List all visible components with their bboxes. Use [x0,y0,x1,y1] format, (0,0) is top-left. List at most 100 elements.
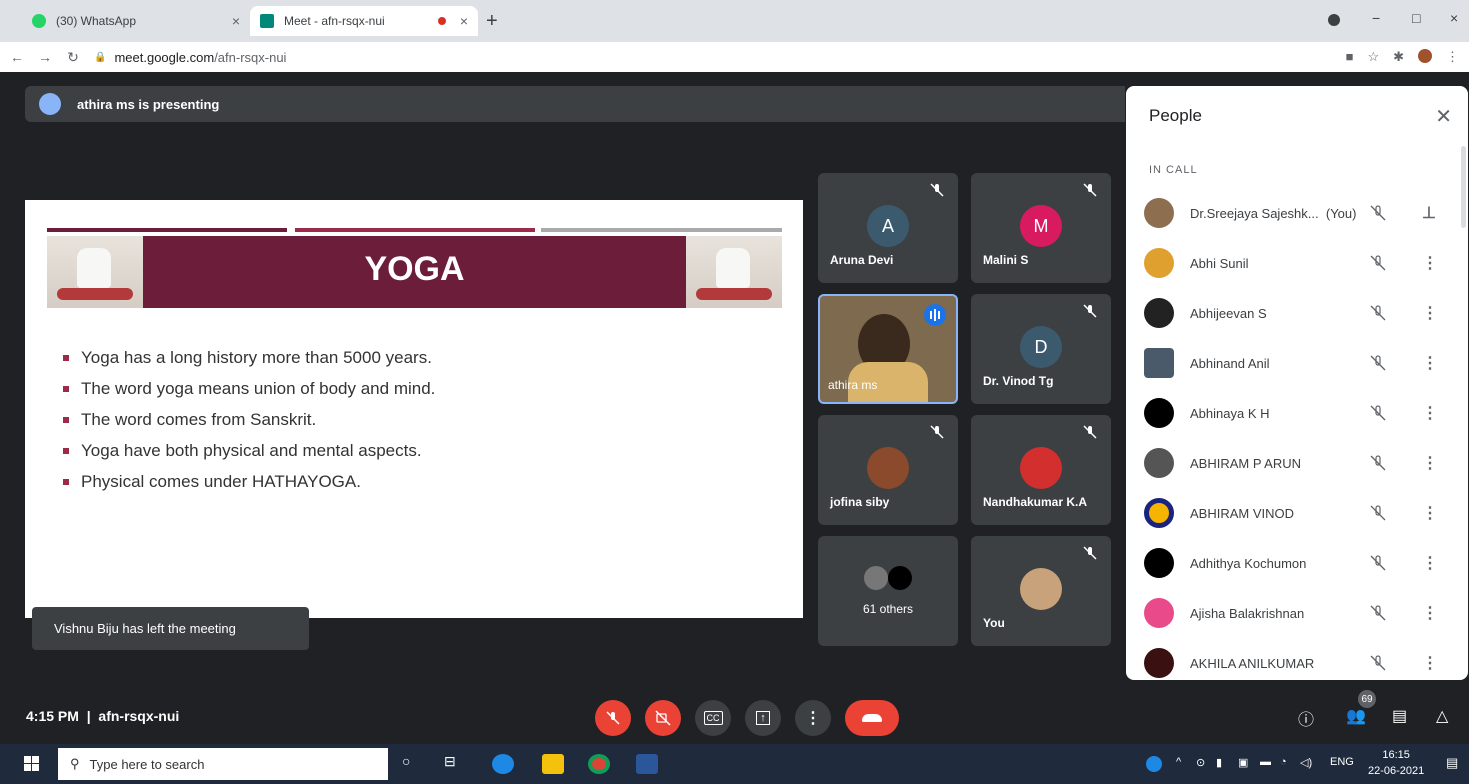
device-icon[interactable]: ▣ [1238,756,1248,769]
taskbar-search-input[interactable]: ⚲ Type here to search [58,748,388,780]
tab-meet[interactable]: Meet - afn-rsqx-nui × [250,6,478,36]
meet-stage: athira ms is presenting YOGA Yoga has a … [0,72,1469,738]
windows-taskbar: ⚲ Type here to search ○ ⊟ ^ ⊙ ▮ ▣ ▬ ◔ ◁)… [0,744,1469,784]
close-icon[interactable]: ✕ [1435,104,1452,129]
avatar[interactable] [1418,49,1432,63]
close-tab-icon[interactable]: × [232,13,240,29]
search-icon: ⚲ [70,756,80,771]
participant-tile[interactable]: D Dr. Vinod Tg [971,294,1111,404]
more-options-icon[interactable]: ⋮ [1422,253,1438,273]
mic-off-icon [1370,605,1386,621]
mic-off-icon [1083,425,1097,439]
forward-icon[interactable]: → [34,49,56,65]
list-item[interactable]: Abhinand Anil ⋮ [1126,338,1468,388]
cortana-icon[interactable]: ○ [402,753,410,769]
task-view-icon[interactable]: ⊟ [444,753,456,770]
back-icon[interactable]: ← [6,49,28,65]
more-options-icon[interactable]: ⋮ [1422,653,1438,673]
list-item[interactable]: Adhithya Kochumon ⋮ [1126,538,1468,588]
present-button[interactable]: ↑ [745,700,781,736]
more-options-icon[interactable]: ⋮ [1422,403,1438,423]
list-item[interactable]: ABHIRAM VINOD ⋮ [1126,488,1468,538]
meeting-info: 4:15 PM | afn-rsqx-nui [26,708,180,724]
list-item[interactable]: Dr.Sreejaya Sajeshk... (You) ⊥ [1126,188,1468,238]
yoga-image [686,236,782,308]
avatar [1144,598,1174,628]
more-options-icon: ⋮ [805,710,821,727]
notification-center-icon[interactable]: ▤ [1446,755,1458,771]
windows-start-icon[interactable] [12,752,52,776]
list-item[interactable]: Abhijeevan S ⋮ [1126,288,1468,338]
pin-tray-icon[interactable]: ▮ [1216,756,1222,769]
list-item[interactable]: Abhi Sunil ⋮ [1126,238,1468,288]
network-icon[interactable]: ⊙ [1196,756,1205,769]
file-explorer-icon[interactable] [542,754,564,774]
more-options-icon[interactable]: ⋮ [1422,553,1438,573]
tab-whatsapp[interactable]: (30) WhatsApp × [22,6,250,36]
participant-tile-speaking[interactable]: athira ms [818,294,958,404]
camera-icon[interactable]: ■ [1346,49,1354,65]
more-options-icon[interactable]: ⋮ [1422,503,1438,523]
more-options-icon[interactable]: ⋮ [1422,353,1438,373]
slide-divider [47,228,287,232]
bookmark-star-icon[interactable]: ☆ [1367,49,1379,65]
meet-control-bar: 4:15 PM | afn-rsqx-nui CC ↑ ⋮ ⓘ 👥 ▤ △ [0,694,1469,738]
clock-date: 22-06-2021 [1368,765,1425,777]
extensions-icon[interactable]: ✱ [1393,49,1404,65]
captions-icon: CC [703,711,723,725]
maximize-button[interactable]: □ [1412,10,1420,26]
leave-call-button[interactable] [845,700,899,736]
battery-icon[interactable]: ▬ [1260,756,1271,768]
chat-icon[interactable]: ▤ [1392,706,1407,726]
minimize-button[interactable]: − [1372,10,1380,26]
more-options-button[interactable]: ⋮ [795,700,831,736]
volume-icon[interactable]: ◁) [1300,756,1312,769]
self-tile[interactable]: You [971,536,1111,646]
url-field[interactable]: 🔒 meet.google.com/afn-rsqx-nui [94,50,286,65]
menu-icon[interactable]: ⋮ [1446,49,1459,65]
camera-toggle-button[interactable] [645,700,681,736]
more-options-icon[interactable]: ⋮ [1422,603,1438,623]
captions-button[interactable]: CC [695,700,731,736]
wifi-icon[interactable]: ◔ [1280,756,1287,768]
list-item[interactable]: Ajisha Balakrishnan ⋮ [1126,588,1468,638]
close-window-button[interactable]: × [1450,10,1458,26]
activities-icon[interactable]: △ [1436,706,1448,726]
profile-icon[interactable] [1328,14,1340,26]
more-options-icon[interactable]: ⋮ [1422,453,1438,473]
language-indicator[interactable]: ENG [1330,756,1354,768]
tab-title: Meet - afn-rsqx-nui [284,14,385,28]
meet-icon [260,14,274,28]
system-clock[interactable]: 16:15 22-06-2021 [1368,747,1424,779]
list-item[interactable]: AKHILA ANILKUMAR ⋮ [1126,638,1468,680]
participant-name: Malini S [983,253,1029,267]
more-options-icon[interactable]: ⋮ [1422,303,1438,323]
word-icon[interactable] [636,754,658,774]
chrome-icon[interactable] [588,754,610,774]
meeting-details-icon[interactable]: ⓘ [1298,706,1314,730]
chevron-up-icon[interactable]: ^ [1176,756,1181,768]
participant-name: Abhinaya K H [1190,405,1270,421]
help-icon[interactable] [1146,756,1162,772]
mic-toggle-button[interactable] [595,700,631,736]
participant-name: Abhinand Anil [1190,355,1270,371]
participant-tile[interactable]: jofina siby [818,415,958,525]
mic-off-icon [1370,405,1386,421]
mic-off-icon [930,425,944,439]
close-tab-icon[interactable]: × [460,13,468,29]
people-icon[interactable]: 👥 [1346,706,1366,726]
avatar [1144,448,1174,478]
others-count: 61 others [862,602,914,616]
reload-icon[interactable]: ↻ [62,49,84,66]
list-item[interactable]: Abhinaya K H ⋮ [1126,388,1468,438]
whatsapp-icon [32,14,46,28]
participant-tile[interactable]: M Malini S [971,173,1111,283]
new-tab-button[interactable]: + [486,10,498,33]
pin-icon[interactable]: ⊥ [1422,203,1436,223]
participant-tile[interactable]: Nandhakumar K.A [971,415,1111,525]
edge-icon[interactable] [492,754,514,774]
others-tile[interactable]: 61 others [818,536,958,646]
participant-tile[interactable]: A Aruna Devi [818,173,958,283]
list-item[interactable]: ABHIRAM P ARUN ⋮ [1126,438,1468,488]
mic-off-icon [1083,546,1097,560]
